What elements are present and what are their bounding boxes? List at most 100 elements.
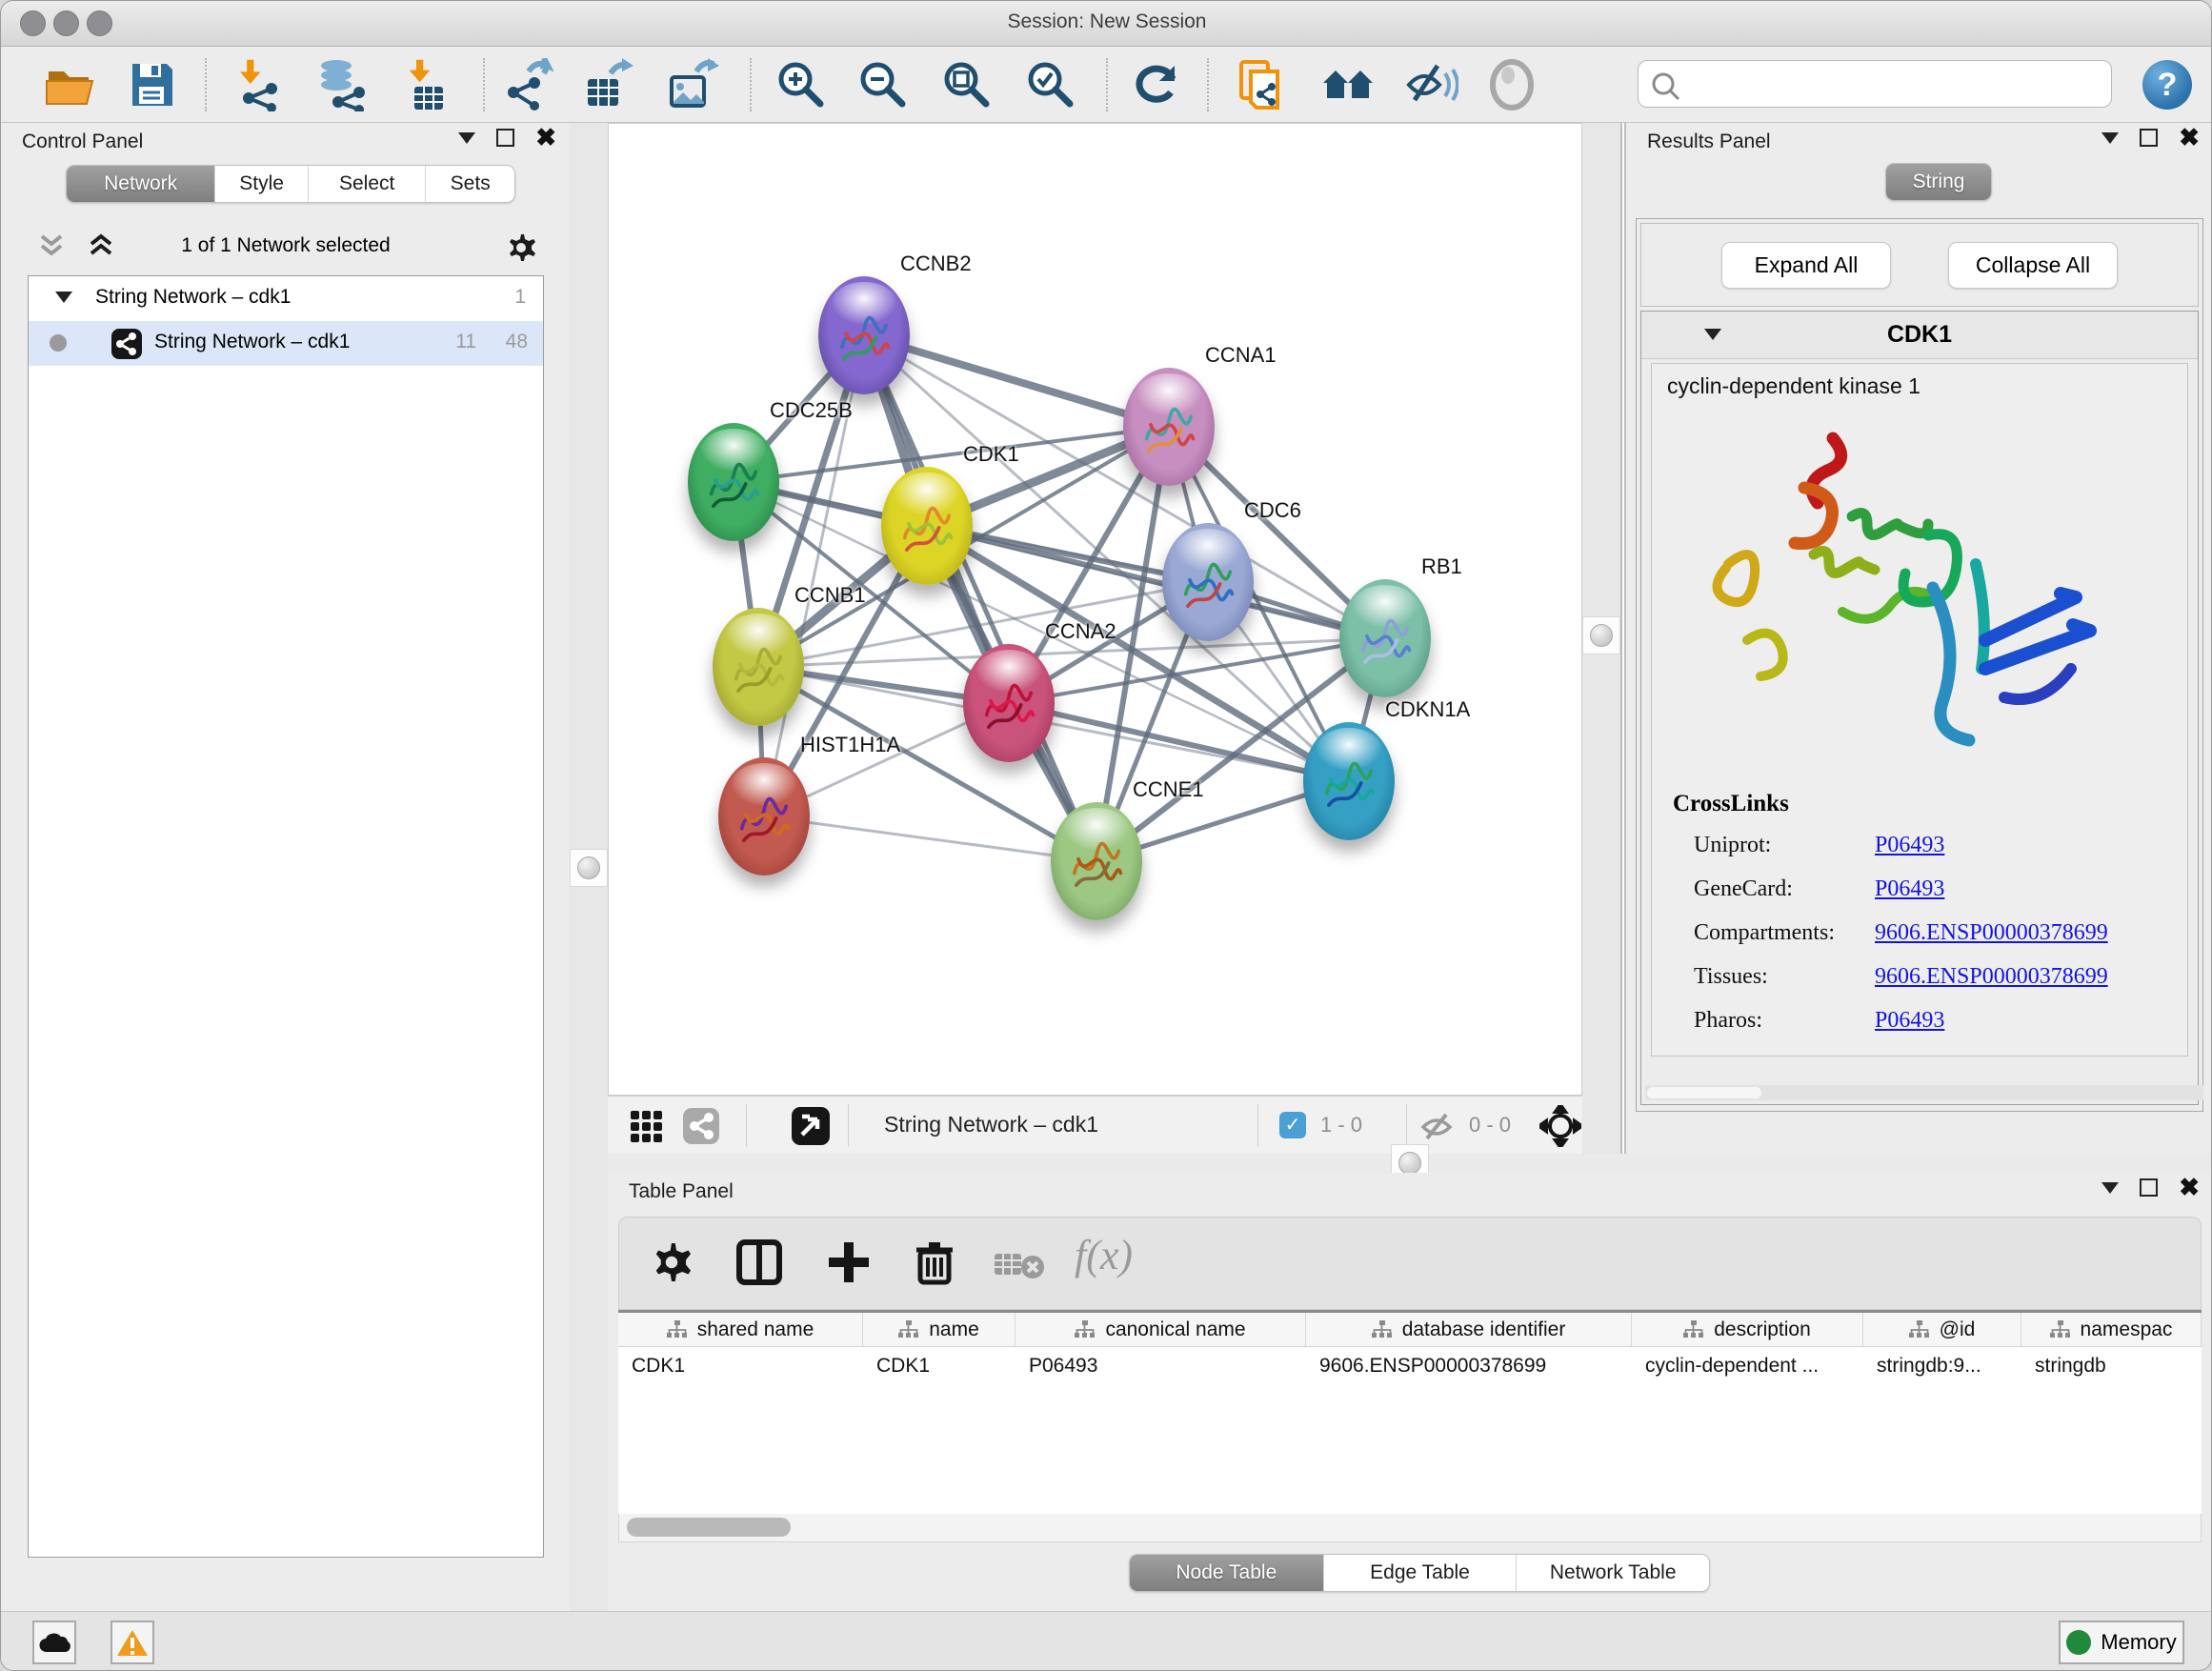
birdseye-toggle-icon[interactable]	[1539, 1105, 1581, 1147]
new-window-icon[interactable]	[791, 1106, 831, 1146]
open-session-icon[interactable]	[43, 58, 96, 111]
tab-network-table[interactable]: Network Table	[1516, 1555, 1709, 1591]
export-network-icon[interactable]	[500, 58, 553, 111]
results-hscrollbar[interactable]	[1645, 1085, 2203, 1100]
string-home-icon[interactable]	[1321, 58, 1375, 111]
clipboard-network-icon[interactable]	[1236, 58, 1289, 111]
node-cdc25b[interactable]	[688, 423, 779, 541]
refresh-icon[interactable]	[1131, 58, 1184, 111]
hidden-eye-icon	[1419, 1112, 1458, 1142]
node-hist1h1a[interactable]	[718, 757, 810, 876]
network-row[interactable]: String Network – cdk1 11 48	[29, 321, 543, 366]
tab-node-table[interactable]: Node Table	[1130, 1555, 1323, 1591]
column-header--id[interactable]: @id	[1863, 1313, 2021, 1347]
table-header-row[interactable]: shared namenamecanonical namedatabase id…	[618, 1313, 2202, 1347]
network-collection-row[interactable]: String Network – cdk1 1	[29, 276, 543, 321]
warning-button[interactable]	[111, 1621, 154, 1664]
node-ccna2[interactable]	[963, 644, 1055, 762]
close-panel-icon[interactable]: ✖	[535, 129, 556, 147]
expand-all-button[interactable]: Expand All	[1721, 242, 1891, 289]
save-session-icon[interactable]	[125, 58, 178, 111]
selected-nodes-checkbox[interactable]: ✓	[1279, 1112, 1306, 1138]
crosslink-link[interactable]: 9606.ENSP00000378699	[1875, 920, 2108, 945]
delete-table-icon[interactable]	[993, 1248, 1046, 1282]
import-database-icon[interactable]	[315, 58, 369, 111]
cell[interactable]: P06493	[1016, 1347, 1306, 1389]
float-view-icon[interactable]	[682, 1107, 720, 1145]
zoom-selected-icon[interactable]	[1024, 58, 1077, 111]
network-status-dot	[50, 334, 67, 352]
right-splitter[interactable]	[1582, 123, 1620, 1154]
tab-select[interactable]: Select	[308, 166, 425, 202]
cell[interactable]: cyclin-dependent ...	[1632, 1347, 1863, 1389]
node-ccnb1[interactable]	[713, 608, 804, 726]
grid-view-icon[interactable]	[629, 1109, 663, 1143]
table-row[interactable]: CDK1CDK1P064939606.ENSP00000378699cyclin…	[618, 1347, 2202, 1389]
collapse-table-icon[interactable]	[2101, 1182, 2119, 1194]
cell[interactable]: 9606.ENSP00000378699	[1306, 1347, 1632, 1389]
crosslink-link[interactable]: 9606.ENSP00000378699	[1875, 964, 2108, 989]
table-gear-icon[interactable]	[648, 1238, 695, 1286]
crosslink-link[interactable]: P06493	[1875, 833, 1944, 857]
cell[interactable]: stringdb:9...	[1863, 1347, 2021, 1389]
import-table-icon[interactable]	[401, 58, 454, 111]
zoom-in-icon[interactable]	[774, 58, 828, 111]
cell[interactable]: CDK1	[863, 1347, 1016, 1389]
export-table-icon[interactable]	[582, 58, 635, 111]
left-splitter-knob[interactable]	[570, 849, 608, 887]
column-header-canonical-name[interactable]: canonical name	[1016, 1313, 1306, 1347]
zoom-out-icon[interactable]	[856, 58, 910, 111]
zoom-fit-icon[interactable]	[940, 58, 994, 111]
control-panel: Control Panel ✖ NetworkStyleSelectSets 1…	[1, 123, 570, 1611]
eye-slash-waves-icon[interactable]	[1405, 58, 1458, 111]
function-builder-icon[interactable]: f(x)	[1075, 1231, 1133, 1279]
search-input[interactable]	[1688, 65, 2098, 103]
node-ccna1[interactable]	[1123, 368, 1215, 486]
cell[interactable]: CDK1	[618, 1347, 863, 1389]
column-header-description[interactable]: description	[1632, 1313, 1863, 1347]
node-cdk1[interactable]	[881, 467, 973, 585]
column-header-namespac[interactable]: namespac	[2021, 1313, 2202, 1347]
collapse-results-icon[interactable]	[2101, 132, 2119, 144]
float-panel-icon[interactable]	[496, 129, 514, 147]
float-results-icon[interactable]	[2140, 129, 2158, 147]
collapse-all-button[interactable]: Collapse All	[1948, 242, 2118, 289]
tab-sets[interactable]: Sets	[425, 166, 514, 202]
delete-column-icon[interactable]	[911, 1238, 958, 1286]
add-column-icon[interactable]	[825, 1238, 873, 1286]
cdk1-entry-header[interactable]: CDK1	[1641, 312, 2198, 359]
node-rb1[interactable]	[1339, 579, 1431, 697]
node-cdkn1a[interactable]	[1303, 722, 1395, 840]
node-label-cdc6: CDC6	[1244, 498, 1301, 523]
crosslink-link[interactable]: P06493	[1875, 1008, 1944, 1033]
collapse-panel-icon[interactable]	[458, 132, 475, 144]
help-button[interactable]: ?	[2142, 60, 2192, 110]
table-hscrollbar[interactable]	[618, 1514, 2202, 1542]
float-table-icon[interactable]	[2140, 1178, 2158, 1197]
right-splitter-knob[interactable]	[1582, 616, 1620, 654]
column-header-name[interactable]: name	[863, 1313, 1016, 1347]
node-ccne1[interactable]	[1051, 802, 1142, 920]
tab-edge-table[interactable]: Edge Table	[1323, 1555, 1517, 1591]
column-visibility-icon[interactable]	[735, 1238, 783, 1286]
node-cdc6[interactable]	[1162, 523, 1254, 641]
gear-icon[interactable]	[502, 229, 540, 267]
cloud-button[interactable]	[32, 1621, 76, 1664]
tab-network[interactable]: Network	[67, 166, 214, 202]
column-header-shared-name[interactable]: shared name	[618, 1313, 863, 1347]
column-header-database-identifier[interactable]: database identifier	[1306, 1313, 1632, 1347]
horizontal-splitter[interactable]	[608, 1154, 2212, 1173]
left-splitter[interactable]	[570, 123, 608, 1611]
import-network-icon[interactable]	[235, 58, 289, 111]
close-results-icon[interactable]: ✖	[2179, 129, 2200, 147]
export-image-icon[interactable]	[666, 58, 719, 111]
node-ccnb2[interactable]	[818, 276, 910, 394]
memory-button[interactable]: Memory	[2059, 1621, 2184, 1664]
tab-string[interactable]: String	[1886, 164, 1991, 200]
eye-disabled-icon[interactable]	[1487, 58, 1540, 111]
crosslink-link[interactable]: P06493	[1875, 876, 1944, 901]
close-table-icon[interactable]: ✖	[2179, 1178, 2200, 1197]
tab-style[interactable]: Style	[214, 166, 308, 202]
network-view-canvas[interactable]: CCNB2CCNA1CDC25BCDK1CDC6RB1CCNB1CCNA2CDK…	[608, 123, 1582, 1096]
cell[interactable]: stringdb	[2021, 1347, 2202, 1389]
